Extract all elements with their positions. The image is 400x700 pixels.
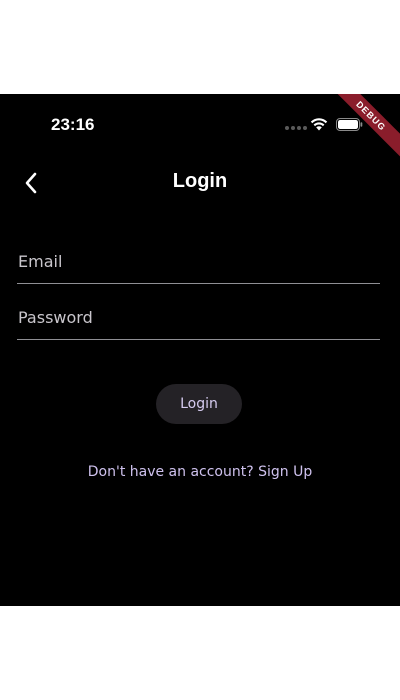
app-bar: Login (0, 160, 400, 206)
password-field-container (17, 295, 380, 340)
status-time: 23:16 (51, 115, 95, 134)
app-screen: 23:16 DEBUG Login Login Don't have an ac (0, 94, 400, 606)
status-bar: 23:16 DEBUG (0, 94, 400, 161)
signup-link[interactable]: Don't have an account? Sign Up (0, 464, 400, 480)
password-field[interactable] (17, 295, 380, 339)
wifi-icon (310, 118, 328, 131)
cellular-signal-icon (285, 126, 307, 130)
email-field-container (17, 239, 380, 284)
page-title: Login (172, 170, 228, 192)
email-field[interactable] (17, 239, 380, 283)
battery-icon (336, 118, 363, 131)
login-button[interactable]: Login (156, 384, 242, 424)
